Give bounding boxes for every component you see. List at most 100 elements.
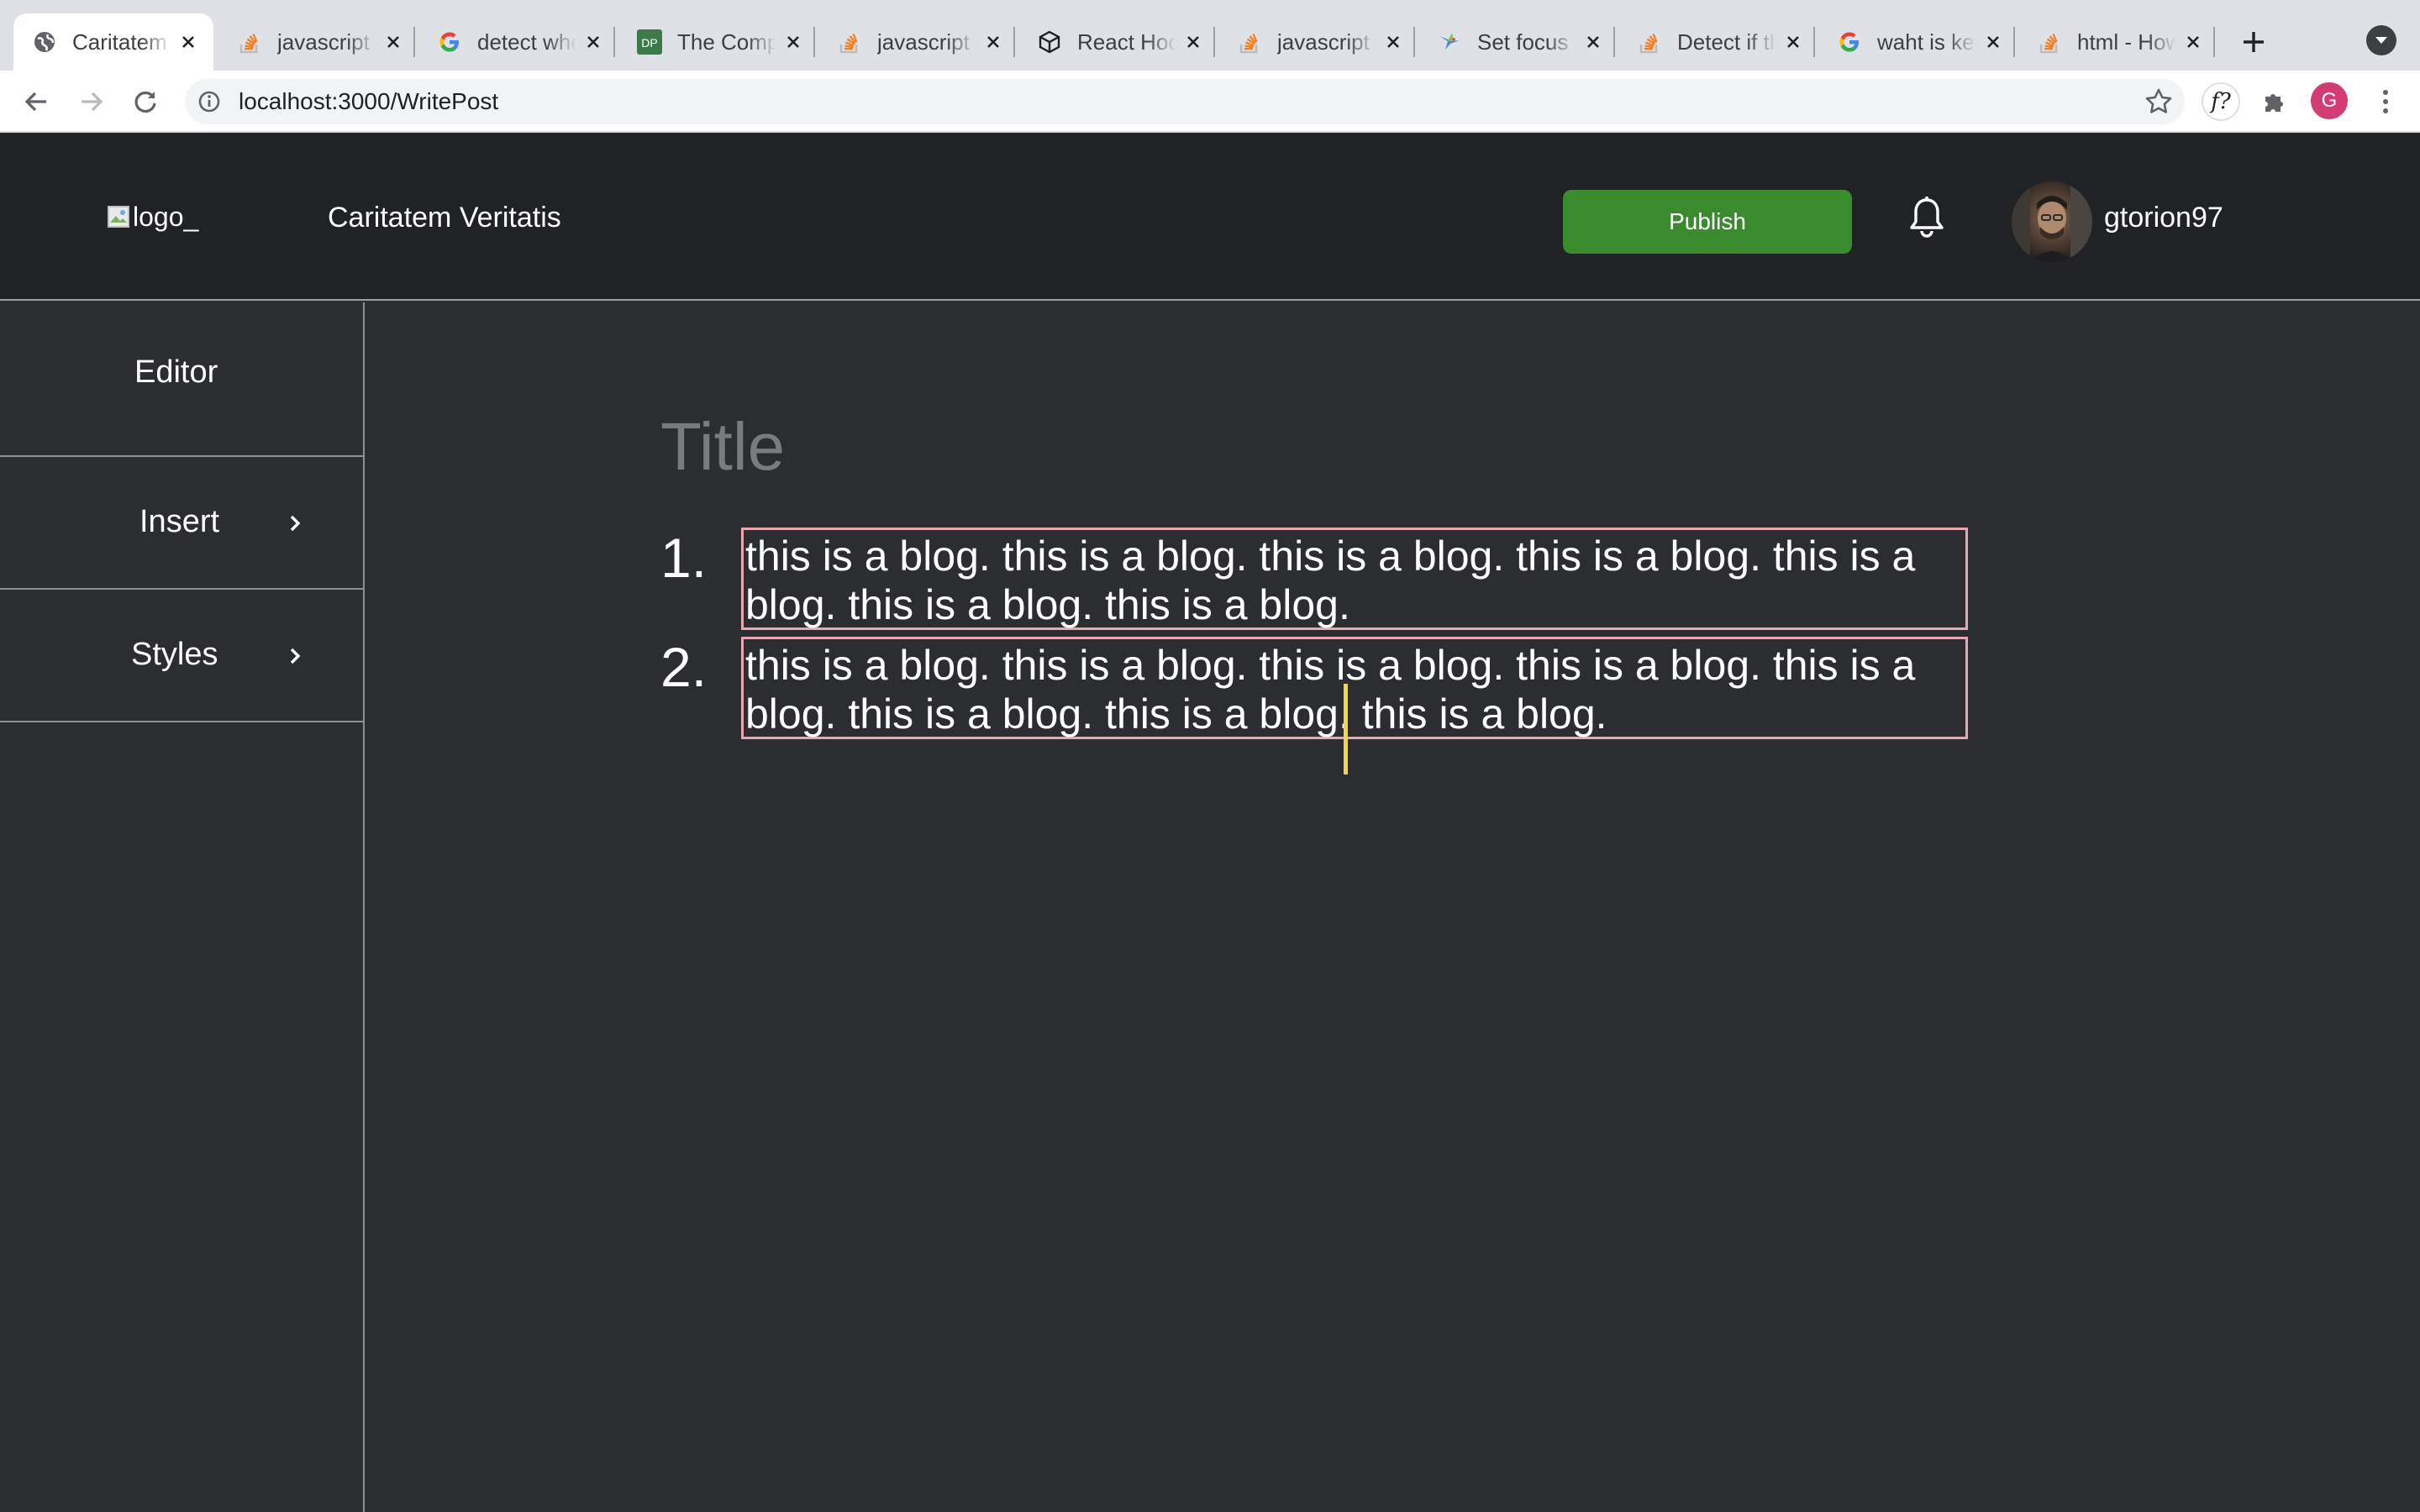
tab-title: Caritatem Veritatis: [72, 29, 171, 55]
tab-separator: [1613, 27, 1615, 57]
content-block[interactable]: this is a blog. this is a blog. this is …: [741, 528, 1968, 630]
site-name[interactable]: Caritatem Veritatis: [328, 202, 561, 234]
list-number: 1.: [660, 527, 708, 589]
browser-tab[interactable]: javascript - Stack Overflow: [218, 13, 418, 71]
tab-title: html - How to: [2077, 29, 2176, 55]
address-url: localhost:3000/WritePost: [239, 88, 499, 114]
post-title-input[interactable]: Title: [660, 408, 785, 486]
chevron-right-icon: [290, 515, 301, 532]
tab-separator: [613, 27, 615, 57]
tab-search-button[interactable]: [2366, 25, 2396, 55]
tab-title: The Complete Guide: [677, 29, 776, 55]
tab-title: detect when - Google Search: [477, 29, 576, 55]
browser-tab[interactable]: javascript - Stack Overflow: [1218, 13, 1418, 71]
tab-separator: [1013, 27, 1015, 57]
kebab-menu-icon: [2383, 90, 2388, 113]
tab-title: Detect if the: [1677, 29, 1776, 55]
bookmark-star-icon[interactable]: [2144, 87, 2173, 116]
browser-tab[interactable]: detect when - Google Search: [418, 13, 618, 71]
stackoverflow-icon: [2037, 29, 2062, 55]
extension-f-button[interactable]: f?: [2202, 82, 2240, 121]
tab-title: javascript - Stack Overflow: [277, 29, 376, 55]
editor-sidebar: Editor Insert Styles: [0, 302, 365, 1512]
sidebar-item-label: Insert: [139, 504, 220, 539]
tab-separator: [1213, 27, 1215, 57]
google-icon: [1837, 29, 1862, 55]
tab-title: React Hooks: [1077, 29, 1176, 55]
hummingbird-icon: [1437, 29, 1462, 55]
close-icon[interactable]: [1776, 25, 1810, 59]
browser-toolbar: localhost:3000/WritePost f?: [0, 71, 2420, 133]
sidebar-item-editor[interactable]: Editor: [0, 302, 363, 457]
close-icon[interactable]: [171, 25, 205, 59]
tab-title: waht is keyup - Google Search: [1877, 29, 1976, 55]
tab-separator: [413, 27, 415, 57]
stackoverflow-icon: [1237, 29, 1262, 55]
sidebar-item-label: Editor: [134, 354, 218, 390]
tab-title: Set focus: [1477, 29, 1569, 55]
tab-separator: [2213, 27, 2215, 57]
browser-profile-avatar[interactable]: G: [2311, 82, 2348, 119]
tab-title: javascript - Stack Overflow: [877, 29, 976, 55]
stackoverflow-icon: [1637, 29, 1662, 55]
browser-tab[interactable]: waht is keyup - Google Search: [1818, 13, 2018, 71]
svg-text:DP: DP: [641, 36, 657, 50]
list-number: 2.: [660, 636, 708, 698]
close-icon[interactable]: [376, 25, 410, 59]
tab-separator: [2013, 27, 2015, 57]
info-icon: [198, 91, 220, 113]
reload-button[interactable]: [124, 81, 166, 123]
close-icon[interactable]: [2176, 25, 2210, 59]
browser-tab[interactable]: Caritatem Veritatis: [13, 13, 213, 71]
close-icon[interactable]: [1976, 25, 2010, 59]
browser-tab[interactable]: Detect if the: [1618, 13, 1818, 71]
address-bar[interactable]: localhost:3000/WritePost: [185, 79, 2185, 124]
close-icon[interactable]: [576, 25, 610, 59]
bell-icon[interactable]: [1907, 195, 1946, 240]
close-icon[interactable]: [1376, 25, 1410, 59]
close-icon[interactable]: [1576, 25, 1610, 59]
sidebar-item-label: Styles: [131, 637, 218, 672]
chevron-right-icon: [290, 648, 301, 664]
browser-tab-strip: Caritatem Veritatis javascript - Stack O…: [0, 0, 2420, 71]
google-icon: [437, 29, 462, 55]
text-caret: [1344, 684, 1348, 774]
logo-alt-text: logo_: [133, 201, 199, 232]
browser-tab[interactable]: DP The Complete Guide: [618, 13, 818, 71]
site-logo[interactable]: logo_: [106, 200, 198, 234]
stackoverflow-icon: [237, 29, 262, 55]
browser-menu-button[interactable]: [2366, 82, 2405, 121]
chevron-down-icon: [2375, 37, 2387, 44]
sidebar-item-styles[interactable]: Styles: [0, 590, 363, 722]
arrow-right-icon: [82, 92, 103, 112]
new-tab-button[interactable]: [2232, 20, 2275, 64]
forward-button[interactable]: [71, 81, 113, 123]
tab-separator: [1413, 27, 1415, 57]
publish-button[interactable]: Publish: [1563, 190, 1852, 254]
reload-icon: [134, 91, 156, 113]
browser-tab[interactable]: React Hooks: [1018, 13, 1218, 71]
app-header: logo_ Caritatem Veritatis Publish gtorio…: [0, 133, 2420, 301]
browser-tab[interactable]: Set focus: [1418, 13, 1618, 71]
close-icon[interactable]: [776, 25, 810, 59]
codesandbox-icon: [1037, 29, 1062, 55]
sidebar-item-insert[interactable]: Insert: [0, 457, 363, 590]
user-photo: [2012, 181, 2092, 262]
extensions-button[interactable]: [2255, 82, 2294, 121]
plus-icon: [2244, 32, 2264, 52]
close-icon[interactable]: [1176, 25, 1210, 59]
content-block[interactable]: this is a blog. this is a blog. this is …: [741, 637, 1968, 739]
browser-tab[interactable]: html - How to: [2018, 13, 2218, 71]
close-icon[interactable]: [976, 25, 1010, 59]
arrow-left-icon: [24, 92, 46, 112]
browser-tab[interactable]: javascript - Stack Overflow: [818, 13, 1018, 71]
tab-title: javascript - Stack Overflow: [1277, 29, 1376, 55]
puzzle-icon: [2265, 94, 2283, 112]
broken-image-icon: [108, 206, 129, 228]
stackoverflow-icon: [837, 29, 862, 55]
username[interactable]: gtorion97: [2104, 202, 2223, 234]
avatar[interactable]: [2012, 181, 2092, 262]
back-button[interactable]: [15, 81, 57, 123]
globe-icon: [32, 29, 57, 55]
dp-icon: DP: [637, 29, 662, 55]
